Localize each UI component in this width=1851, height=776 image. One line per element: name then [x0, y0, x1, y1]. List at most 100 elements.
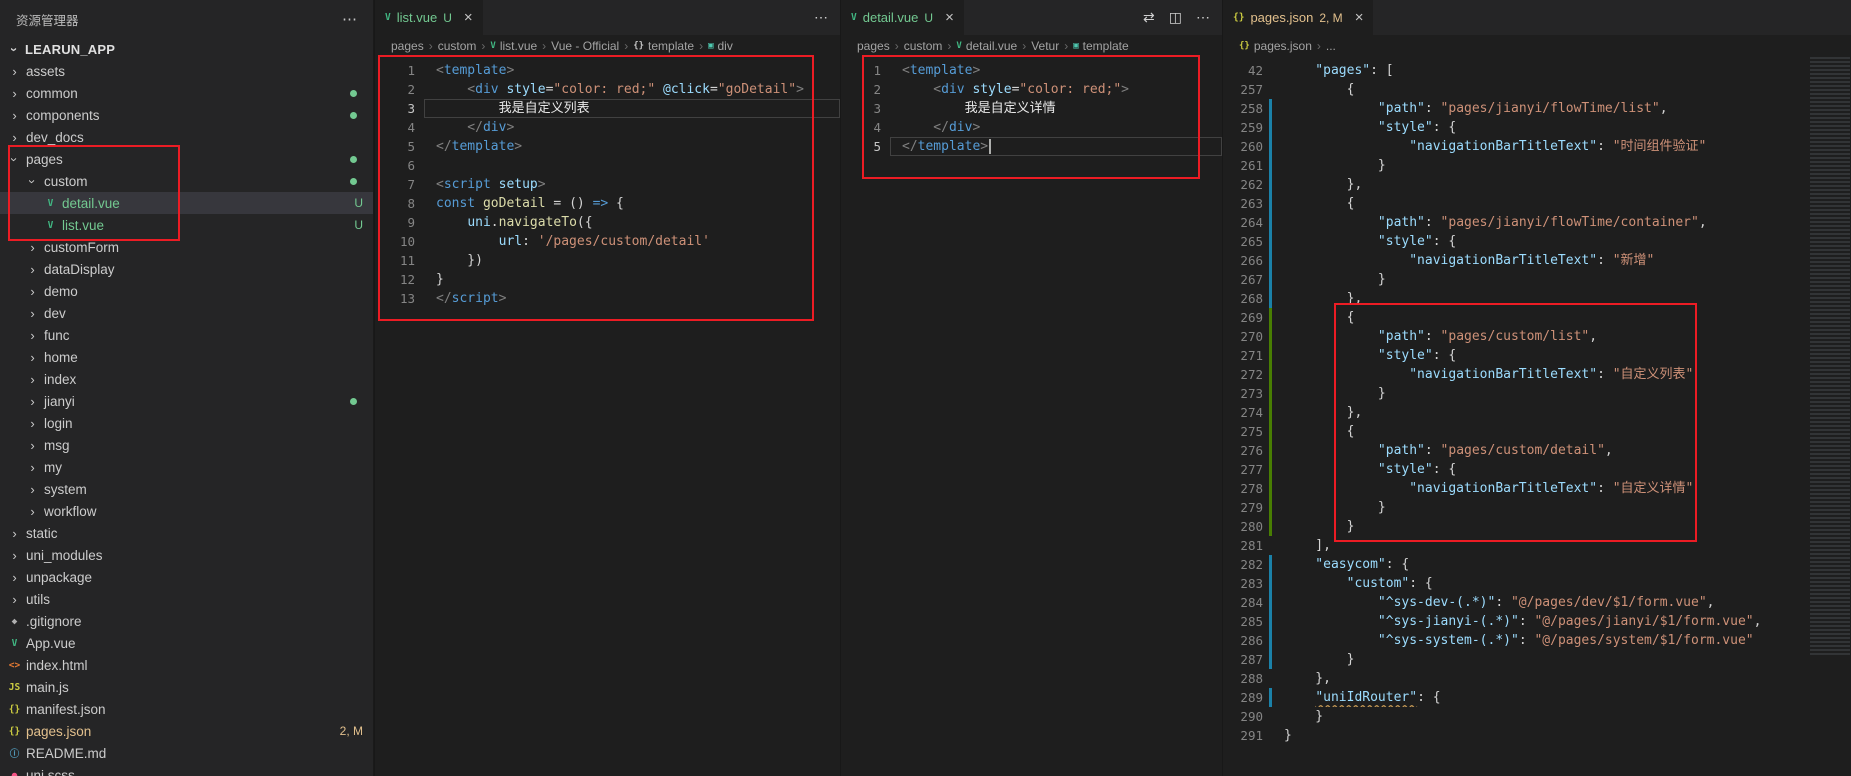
tree-item-customForm[interactable]: ›customForm	[0, 236, 373, 258]
breadcrumb-item[interactable]: ...	[1326, 39, 1336, 53]
tree-item-README.md[interactable]: ⓘREADME.md	[0, 742, 373, 764]
more-icon[interactable]: ⋯	[814, 9, 828, 26]
tree-item-list.vue[interactable]: Vlist.vueU	[0, 214, 373, 236]
code-line[interactable]: 2 <div style="color: red;">	[841, 80, 1222, 99]
breadcrumb-item[interactable]: pages	[857, 39, 890, 53]
breadcrumb-item[interactable]: custom	[438, 39, 477, 53]
breadcrumb-item[interactable]: Vlist.vue	[490, 39, 537, 53]
tree-item-pages.json[interactable]: {}pages.json2, M	[0, 720, 373, 742]
code-line[interactable]: 289 "uniIdRouter": {	[1223, 688, 1851, 707]
tree-item-index.html[interactable]: <>index.html	[0, 654, 373, 676]
tree-item-msg[interactable]: ›msg	[0, 434, 373, 456]
tree-item-index[interactable]: ›index	[0, 368, 373, 390]
code-line[interactable]: 5</template>	[841, 137, 1222, 156]
breadcrumb-item[interactable]: Vetur	[1031, 39, 1059, 53]
tree-item-assets[interactable]: ›assets	[0, 60, 373, 82]
split-editor-icon[interactable]: ◫	[1169, 9, 1182, 26]
tab-list.vue[interactable]: Vlist.vueU×	[375, 0, 484, 35]
code-line[interactable]: 3 我是自定义列表	[375, 99, 840, 118]
tree-item-workflow[interactable]: ›workflow	[0, 500, 373, 522]
tree-item-detail.vue[interactable]: Vdetail.vueU	[0, 192, 373, 214]
code-line[interactable]: 259 "style": {	[1223, 118, 1851, 137]
tree-item-custom[interactable]: ›custom	[0, 170, 373, 192]
tree-item-demo[interactable]: ›demo	[0, 280, 373, 302]
close-icon[interactable]: ×	[1355, 10, 1364, 25]
tree-item-components[interactable]: ›components	[0, 104, 373, 126]
tree-item-main.js[interactable]: JSmain.js	[0, 676, 373, 698]
minimap[interactable]	[1810, 57, 1850, 657]
tree-item-login[interactable]: ›login	[0, 412, 373, 434]
code-line[interactable]: 276 "path": "pages/custom/detail",	[1223, 441, 1851, 460]
code-line[interactable]: 270 "path": "pages/custom/list",	[1223, 327, 1851, 346]
code-line[interactable]: 2 <div style="color: red;" @click="goDet…	[375, 80, 840, 99]
tree-item-static[interactable]: ›static	[0, 522, 373, 544]
breadcrumb-item[interactable]: pages	[391, 39, 424, 53]
code-line[interactable]: 273 }	[1223, 384, 1851, 403]
code-line[interactable]: 283 "custom": {	[1223, 574, 1851, 593]
tree-item-func[interactable]: ›func	[0, 324, 373, 346]
code-line[interactable]: 268 },	[1223, 289, 1851, 308]
code-area[interactable]: 42 "pages": [257 {258 "path": "pages/jia…	[1223, 57, 1851, 745]
breadcrumb-item[interactable]: Vdetail.vue	[956, 39, 1017, 53]
code-line[interactable]: 42 "pages": [	[1223, 61, 1851, 80]
code-line[interactable]: 262 },	[1223, 175, 1851, 194]
code-line[interactable]: 261 }	[1223, 156, 1851, 175]
code-line[interactable]: 267 }	[1223, 270, 1851, 289]
tree-item-uni.scss[interactable]: ●uni.scss	[0, 764, 373, 776]
code-line[interactable]: 11 })	[375, 251, 840, 270]
tree-item-jianyi[interactable]: ›jianyi	[0, 390, 373, 412]
tree-item-my[interactable]: ›my	[0, 456, 373, 478]
project-header[interactable]: › LEARUN_APP	[0, 38, 373, 60]
breadcrumb-item[interactable]: custom	[904, 39, 943, 53]
tree-item-dev[interactable]: ›dev	[0, 302, 373, 324]
tree-item-pages[interactable]: ›pages	[0, 148, 373, 170]
open-changes-icon[interactable]: ⇄	[1143, 9, 1155, 26]
tree-item-unpackage[interactable]: ›unpackage	[0, 566, 373, 588]
code-line[interactable]: 286 "^sys-system-(.*)": "@/pages/system/…	[1223, 631, 1851, 650]
code-line[interactable]: 6	[375, 156, 840, 175]
code-line[interactable]: 279 }	[1223, 498, 1851, 517]
close-icon[interactable]: ×	[464, 10, 473, 25]
code-line[interactable]: 281 ],	[1223, 536, 1851, 555]
code-line[interactable]: 9 uni.navigateTo({	[375, 213, 840, 232]
tree-item-dataDisplay[interactable]: ›dataDisplay	[0, 258, 373, 280]
code-line[interactable]: 271 "style": {	[1223, 346, 1851, 365]
code-line[interactable]: 280 }	[1223, 517, 1851, 536]
code-line[interactable]: 10 url: '/pages/custom/detail'	[375, 232, 840, 251]
code-area[interactable]: 1<template>2 <div style="color: red;" @c…	[375, 57, 840, 308]
code-line[interactable]: 282 "easycom": {	[1223, 555, 1851, 574]
code-line[interactable]: 287 }	[1223, 650, 1851, 669]
close-icon[interactable]: ×	[945, 10, 954, 25]
code-line[interactable]: 284 "^sys-dev-(.*)": "@/pages/dev/$1/for…	[1223, 593, 1851, 612]
code-line[interactable]: 275 {	[1223, 422, 1851, 441]
code-line[interactable]: 260 "navigationBarTitleText": "时间组件验证"	[1223, 137, 1851, 156]
code-line[interactable]: 1<template>	[375, 61, 840, 80]
tree-item-system[interactable]: ›system	[0, 478, 373, 500]
code-line[interactable]: 277 "style": {	[1223, 460, 1851, 479]
code-line[interactable]: 1<template>	[841, 61, 1222, 80]
code-line[interactable]: 3 我是自定义详情	[841, 99, 1222, 118]
code-line[interactable]: 288 },	[1223, 669, 1851, 688]
tree-item-utils[interactable]: ›utils	[0, 588, 373, 610]
more-actions-icon[interactable]: ⋯	[342, 10, 357, 28]
breadcrumb-item[interactable]: {}template	[633, 39, 694, 53]
tree-item-common[interactable]: ›common	[0, 82, 373, 104]
code-line[interactable]: 274 },	[1223, 403, 1851, 422]
tree-item-.gitignore[interactable]: ◆.gitignore	[0, 610, 373, 632]
tree-item-uni_modules[interactable]: ›uni_modules	[0, 544, 373, 566]
code-line[interactable]: 264 "path": "pages/jianyi/flowTime/conta…	[1223, 213, 1851, 232]
code-line[interactable]: 7<script setup>	[375, 175, 840, 194]
code-line[interactable]: 4 </div>	[841, 118, 1222, 137]
code-line[interactable]: 291}	[1223, 726, 1851, 745]
tab-detail.vue[interactable]: Vdetail.vueU×	[841, 0, 965, 35]
tree-item-dev_docs[interactable]: ›dev_docs	[0, 126, 373, 148]
code-line[interactable]: 272 "navigationBarTitleText": "自定义列表"	[1223, 365, 1851, 384]
code-line[interactable]: 285 "^sys-jianyi-(.*)": "@/pages/jianyi/…	[1223, 612, 1851, 631]
tree-item-App.vue[interactable]: VApp.vue	[0, 632, 373, 654]
code-line[interactable]: 8const goDetail = () => {	[375, 194, 840, 213]
code-line[interactable]: 269 {	[1223, 308, 1851, 327]
code-line[interactable]: 5</template>	[375, 137, 840, 156]
breadcrumb-item[interactable]: Vue - Official	[551, 39, 619, 53]
code-line[interactable]: 13</script>	[375, 289, 840, 308]
more-icon[interactable]: ⋯	[1196, 9, 1210, 26]
